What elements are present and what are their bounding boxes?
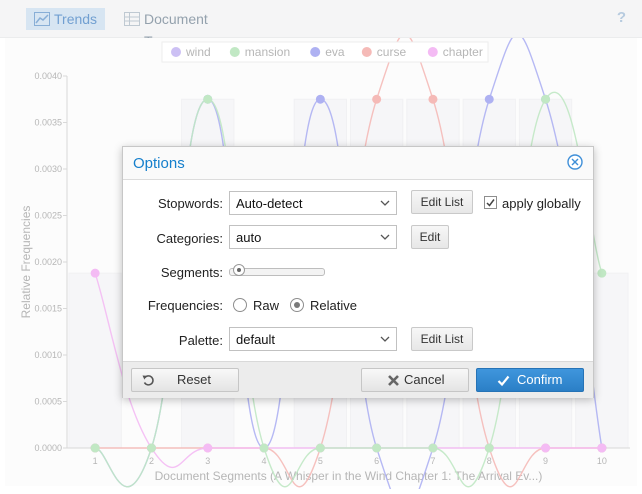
confirm-label: Confirm [517, 372, 563, 387]
frequency-relative-radio[interactable] [290, 298, 304, 312]
cancel-label: Cancel [404, 372, 445, 387]
dialog-title: Options [133, 155, 185, 172]
segments-label: Segments: [160, 265, 223, 280]
frequency-raw-radio[interactable] [233, 298, 247, 312]
chevron-down-icon [380, 234, 390, 240]
frequencies-label: Frequencies: [147, 298, 223, 313]
categories-select[interactable]: auto [229, 225, 397, 249]
segments-slider-thumb[interactable] [233, 264, 245, 276]
undo-icon [142, 375, 154, 386]
options-dialog: Options Stopwords: Auto-detect Edit List… [122, 146, 594, 398]
frequency-raw-label: Raw [253, 298, 280, 313]
close-icon [388, 375, 399, 386]
reset-button[interactable]: Reset [131, 368, 239, 392]
palette-edit-list-button[interactable]: Edit List [411, 327, 473, 351]
dialog-footer: Reset Cancel Confirm [123, 361, 593, 398]
stopwords-value: Auto-detect [236, 196, 303, 211]
stopwords-edit-list-button[interactable]: Edit List [411, 190, 473, 214]
checkmark-icon [497, 375, 510, 387]
reset-label: Reset [177, 372, 211, 387]
stopwords-label: Stopwords: [157, 196, 223, 211]
chevron-down-icon [380, 336, 390, 342]
close-icon[interactable] [567, 154, 583, 170]
cancel-button[interactable]: Cancel [361, 368, 469, 392]
apply-globally-checkbox[interactable] [484, 196, 497, 209]
stopwords-select[interactable]: Auto-detect [229, 191, 397, 215]
confirm-button[interactable]: Confirm [476, 368, 584, 392]
palette-label: Palette: [178, 333, 223, 348]
apply-globally-label: apply globally [502, 196, 581, 211]
dialog-header: Options [123, 147, 593, 180]
palette-select[interactable]: default [229, 327, 397, 351]
categories-value: auto [236, 230, 262, 245]
frequency-relative-label: Relative [310, 298, 357, 313]
palette-value: default [236, 332, 276, 347]
categories-edit-button[interactable]: Edit [411, 225, 449, 249]
chevron-down-icon [380, 200, 390, 206]
checkmark-icon [486, 199, 495, 207]
categories-label: Categories: [156, 231, 223, 246]
